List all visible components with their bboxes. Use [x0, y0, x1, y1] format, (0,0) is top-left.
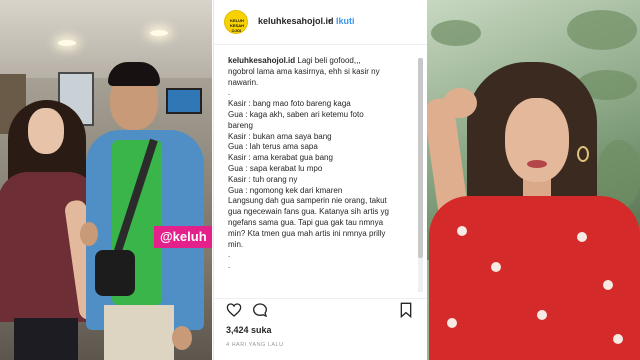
caption-line: ngobrol lama ama kasirnya, ehh si kasir …: [228, 66, 380, 76]
man-bag: [95, 250, 135, 296]
caption-line: Gua : lah terus ama sapa: [228, 142, 318, 152]
caption-line: Kasir : tuh orang ny: [228, 174, 298, 184]
caption-line: Gua : sapa kerabat lu mpo: [228, 163, 323, 173]
woman-face: [28, 108, 64, 154]
caption-line: ngefans sama gua. Tapi gua gak tau nmnya: [228, 217, 384, 227]
man-hair: [108, 62, 160, 86]
woman-face: [505, 98, 569, 182]
caption-username[interactable]: keluhkesahojol.id: [228, 56, 295, 65]
comment-icon[interactable]: [252, 302, 268, 318]
red-floral-top: [429, 196, 640, 360]
leaf: [431, 20, 481, 46]
flower-print: [603, 280, 613, 290]
leaf: [567, 10, 637, 50]
left-photo: @keluh: [0, 0, 212, 360]
like-count[interactable]: 3,424 suka: [226, 325, 272, 335]
caption-line: Kasir : bukan ama saya bang: [228, 131, 332, 141]
caption-line: Kasir : ama kerabat gua bang: [228, 153, 333, 163]
caption-line: min? Kta tmen gua mah artis ini nmnya pr…: [228, 228, 386, 238]
heart-icon[interactable]: [226, 302, 242, 318]
overlay-tag: @keluh: [154, 226, 212, 248]
caption-line: gua ngecewain fans gua. Katanya sih arti…: [228, 207, 389, 217]
caption-line: nawarin.: [228, 77, 259, 87]
caption-line: min.: [228, 239, 244, 249]
woman-hand: [443, 88, 477, 118]
caption-line: Gua : ngomong kek dari kmaren: [228, 185, 343, 195]
man-hand: [172, 326, 192, 350]
bookmark-icon[interactable]: [398, 302, 414, 318]
background-screen: [166, 88, 202, 114]
woman-pants: [14, 318, 78, 360]
flower-print: [447, 318, 457, 328]
caption-line: Kasir : bang mao foto bareng kaga: [228, 99, 351, 109]
caption-line: .: [228, 261, 231, 271]
flower-print: [537, 310, 547, 320]
flower-print: [577, 232, 587, 242]
flower-print: [613, 334, 623, 344]
earring: [577, 146, 589, 162]
post-header: KELUH KESAH OJOL keluhkesahojol.id • Iku…: [214, 0, 427, 45]
man-hand: [80, 222, 98, 246]
flower-print: [457, 226, 467, 236]
ceiling-light: [58, 40, 76, 46]
post-caption: keluhkesahojol.id Lagi beli gofood,,, ng…: [228, 56, 414, 272]
post-actions: [214, 298, 427, 321]
right-photo: [427, 0, 640, 360]
caption-line: bareng: [228, 120, 253, 130]
caption-text: Lagi beli gofood,,,: [295, 56, 361, 65]
caption-line: .: [228, 250, 231, 260]
ceiling-light: [150, 30, 168, 36]
avatar-logo-text: KELUH KESAH OJOL: [229, 18, 244, 33]
ceiling: [0, 0, 212, 78]
woman-lips: [527, 160, 547, 168]
caption-line: .: [228, 88, 231, 98]
flower-print: [491, 262, 501, 272]
post-timestamp: 4 HARI YANG LALU: [226, 342, 284, 348]
post-username[interactable]: keluhkesahojol.id: [258, 16, 334, 26]
avatar[interactable]: KELUH KESAH OJOL: [224, 10, 248, 34]
caption-line: Langsung dah gua samperin nie orang, tak…: [228, 196, 387, 206]
caption-scrollbar-thumb[interactable]: [418, 58, 423, 258]
instagram-post: KELUH KESAH OJOL keluhkesahojol.id • Iku…: [213, 0, 428, 360]
separator-dot: •: [328, 16, 332, 26]
man-pants: [104, 305, 174, 360]
follow-button[interactable]: Ikuti: [336, 16, 355, 26]
caption-line: Gua : kaga akh, saben ari ketemu foto: [228, 109, 364, 119]
